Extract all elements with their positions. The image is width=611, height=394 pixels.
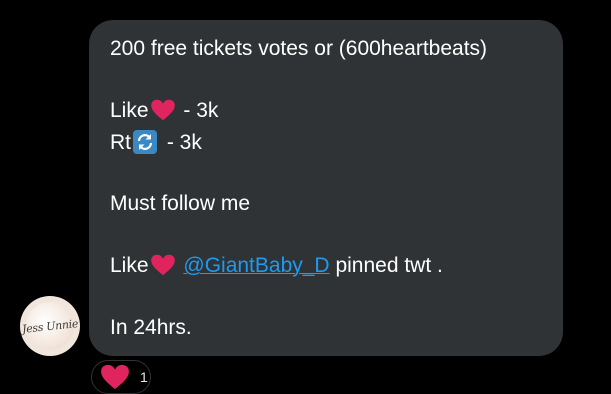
rt-label: Rt (110, 131, 131, 154)
like-value: - 3k (177, 99, 219, 122)
mention-link[interactable]: @GiantBaby_D (183, 254, 329, 277)
like-label: Like (110, 99, 149, 122)
follow-text: Must follow me (110, 192, 251, 215)
message-text: 200 free tickets votes or (600heartbeats… (110, 37, 488, 60)
reaction-count: 1 (140, 369, 148, 385)
message-line-deadline: In 24hrs. (110, 316, 192, 340)
deadline-text: In 24hrs. (110, 316, 192, 339)
repeat-icon (133, 130, 157, 154)
sender-avatar[interactable]: Jess Unnie (20, 296, 80, 356)
message-line-1: 200 free tickets votes or (600heartbeats… (110, 37, 487, 61)
heart-icon (101, 364, 129, 390)
pinned-like-label: Like (110, 254, 149, 277)
message-line-like: Like - 3k (110, 99, 218, 123)
pinned-suffix: pinned twt . (329, 254, 443, 277)
message-line-follow: Must follow me (110, 192, 250, 216)
heart-icon (150, 99, 175, 121)
reaction-pill[interactable]: 1 (91, 360, 151, 394)
rt-value: - 3k (161, 131, 202, 154)
message-bubble[interactable]: 200 free tickets votes or (600heartbeats… (89, 20, 563, 356)
message-line-rt: Rt - 3k (110, 130, 202, 155)
message-line-pinned: Like @GiantBaby_D pinned twt . (110, 254, 443, 278)
heart-icon (150, 254, 175, 276)
